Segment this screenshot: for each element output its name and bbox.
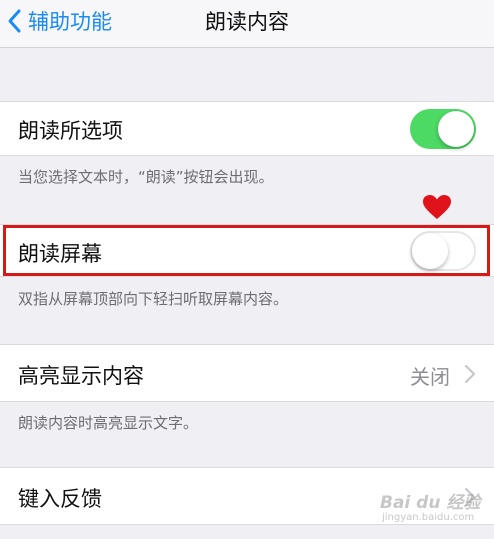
highlight-content-value: 关闭 xyxy=(410,365,450,389)
highlight-content-row[interactable]: 高亮显示内容 关闭 xyxy=(0,344,494,402)
baidu-watermark: Bai du 经验 jingyan.baidu.com xyxy=(378,486,488,534)
highlight-content-note: 朗读内容时高亮显示文字。 xyxy=(18,414,199,432)
highlight-content-label: 高亮显示内容 xyxy=(18,364,144,388)
heart-icon xyxy=(423,195,451,219)
speak-screen-note: 双指从屏幕顶部向下轻扫听取屏幕内容。 xyxy=(18,290,289,308)
page-title: 朗读内容 xyxy=(205,10,289,34)
watermark-sub: jingyan.baidu.com xyxy=(382,512,475,523)
watermark-text: Bai du 经验 xyxy=(380,493,481,513)
annotation-highlight-box xyxy=(3,225,490,276)
typing-feedback-label: 键入反馈 xyxy=(18,487,102,511)
speak-selection-note: 当您选择文本时，“朗读”按钮会出现。 xyxy=(18,168,274,186)
speak-selection-row: 朗读所选项 xyxy=(0,101,494,156)
speak-selection-switch[interactable] xyxy=(410,109,476,149)
switch-knob xyxy=(438,111,474,147)
speak-selection-label: 朗读所选项 xyxy=(18,119,123,143)
navigation-bar: 辅助功能 朗读内容 xyxy=(0,0,494,48)
chevron-right-icon xyxy=(464,364,476,384)
